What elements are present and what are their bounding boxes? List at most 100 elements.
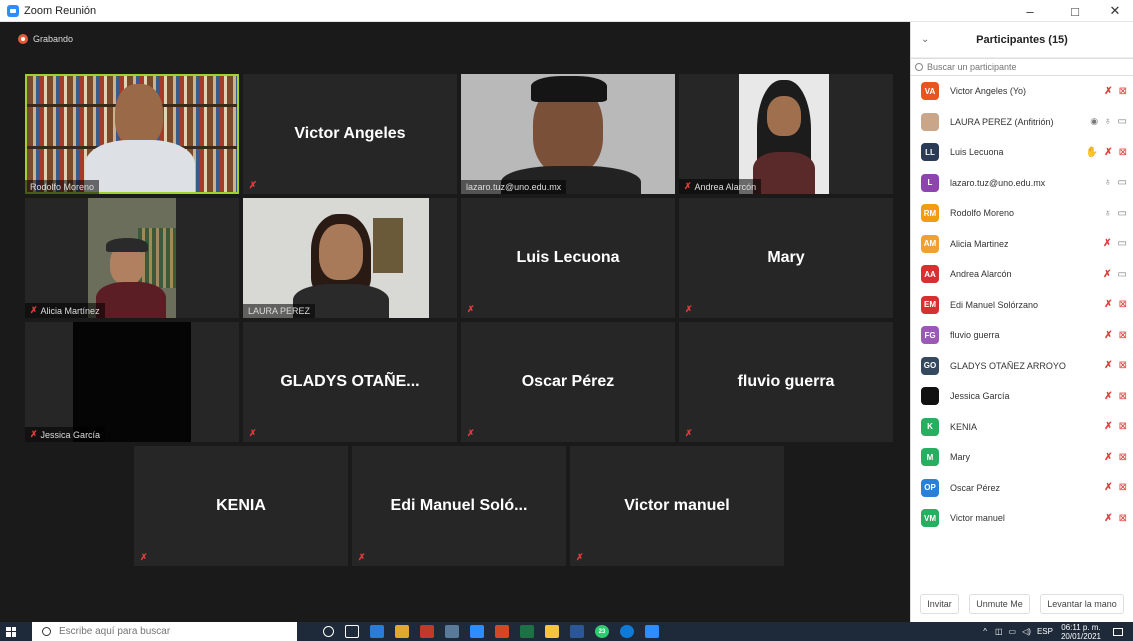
whatsapp-icon[interactable]: 23 (595, 625, 609, 638)
zoom-taskbar-icon[interactable] (645, 625, 659, 638)
video-icon[interactable]: ▭ (1118, 238, 1127, 249)
video-off-icon[interactable]: ⊠ (1119, 147, 1127, 158)
volume-icon[interactable]: ◁) (1022, 627, 1031, 636)
video-icon[interactable]: ▭ (1118, 208, 1127, 219)
edge-icon[interactable] (620, 625, 634, 638)
video-off-icon[interactable]: ⊠ (1119, 421, 1127, 432)
unmute-me-button[interactable]: Unmute Me (969, 594, 1030, 614)
video-tile-edi-manuel[interactable]: Edi Manuel Soló... ✗ (352, 446, 566, 566)
office-icon[interactable] (495, 625, 509, 638)
video-tile-oscar-perez[interactable]: Oscar Pérez ✗ (461, 322, 675, 442)
video-gallery: Grabando Rodolfo Moreno Victor Angeles ✗… (0, 22, 910, 622)
cortana-icon[interactable] (323, 626, 334, 637)
taskbar-search[interactable] (32, 622, 297, 641)
mic-muted-icon[interactable]: ✗ (1104, 299, 1112, 310)
participant-search-input[interactable] (927, 62, 1117, 72)
task-view-icon[interactable] (345, 625, 359, 638)
participant-item[interactable]: LL Luis Lecuona ✋ ✗ ⊠ (911, 137, 1133, 168)
excel-icon[interactable] (520, 625, 534, 638)
participant-item[interactable]: Llazaro.tuz@uno.edu.mx ♁ ▭ (911, 168, 1133, 199)
mic-muted-icon[interactable]: ✗ (1104, 360, 1112, 371)
video-off-icon[interactable]: ⊠ (1119, 299, 1127, 310)
recording-indicator[interactable]: Grabando (18, 34, 73, 44)
chevron-up-icon[interactable]: ^ (983, 627, 987, 636)
mic-icon[interactable]: ♁ (1104, 177, 1112, 188)
video-off-icon[interactable]: ⊠ (1119, 482, 1127, 493)
video-tile-lazaro[interactable]: lazaro.tuz@uno.edu.mx (461, 74, 675, 194)
participant-item[interactable]: AA Andrea Alarcón ✗ ▭ (911, 259, 1133, 290)
file-explorer-icon[interactable] (395, 625, 409, 638)
video-tile-mary[interactable]: Mary ✗ (679, 198, 893, 318)
video-off-icon[interactable]: ⊠ (1119, 360, 1127, 371)
video-tile-rodolfo-moreno[interactable]: Rodolfo Moreno (25, 74, 239, 194)
participant-item[interactable]: GO GLADYS OTAÑEZ ARROYO ✗ ⊠ (911, 351, 1133, 382)
participant-item[interactable]: FG fluvio guerra ✗ ⊠ (911, 320, 1133, 351)
minimize-button[interactable]: – (1015, 0, 1045, 22)
video-off-icon[interactable]: ⊠ (1119, 513, 1127, 524)
mic-muted-icon[interactable]: ✗ (1104, 513, 1112, 524)
start-button[interactable] (0, 622, 22, 641)
mic-muted-icon[interactable]: ✗ (1104, 452, 1112, 463)
video-tile-laura-perez[interactable]: LAURA PEREZ (243, 198, 457, 318)
video-icon[interactable]: ▭ (1118, 177, 1127, 188)
participant-name: Mary (767, 249, 805, 266)
mic-muted-icon[interactable]: ✗ (1104, 86, 1112, 97)
network-icon[interactable]: ◫ (995, 627, 1003, 636)
maximize-button[interactable]: □ (1060, 0, 1090, 22)
video-off-icon[interactable]: ⊠ (1119, 452, 1127, 463)
video-tile-victor-angeles[interactable]: Victor Angeles ✗̸ (243, 74, 457, 194)
video-tile-alicia-martinez[interactable]: ✗ Alicia Martínez (25, 198, 239, 318)
clock[interactable]: 06:11 p. m. 20/01/2021 (1061, 623, 1101, 641)
recording-icon[interactable]: ◉ (1090, 116, 1098, 127)
video-tile-luis-lecuona[interactable]: Luis Lecuona ✗ (461, 198, 675, 318)
invite-button[interactable]: Invitar (920, 594, 959, 614)
participant-item[interactable]: VM Victor manuel ✗ ⊠ (911, 503, 1133, 534)
mail-icon[interactable] (370, 625, 384, 638)
video-icon[interactable]: ▭ (1118, 116, 1127, 127)
participant-item[interactable]: M Mary ✗ ⊠ (911, 442, 1133, 473)
participant-item[interactable]: LAURA PEREZ (Anfitrión) ◉ ♁ ▭ (911, 107, 1133, 138)
store-icon[interactable] (545, 625, 559, 638)
mic-muted-icon[interactable]: ✗ (1104, 330, 1112, 341)
taskbar-search-input[interactable] (59, 626, 259, 637)
participant-item[interactable]: AM Alicia Martinez ✗ ▭ (911, 229, 1133, 260)
participant-item[interactable]: VA Victor Angeles (Yo) ✗ ⊠ (911, 76, 1133, 107)
mic-muted-icon[interactable]: ✗ (1103, 238, 1111, 249)
video-tile-fluvio-guerra[interactable]: fluvio guerra ✗ (679, 322, 893, 442)
participant-item[interactable]: K KENIA ✗ ⊠ (911, 412, 1133, 443)
participant-item[interactable]: EM Edi Manuel Solórzano ✗ ⊠ (911, 290, 1133, 321)
notification-center-icon[interactable] (1113, 627, 1123, 636)
raise-hand-button[interactable]: Levantar la mano (1040, 594, 1124, 614)
participant-item[interactable]: OP Oscar Pérez ✗ ⊠ (911, 473, 1133, 504)
raised-hand-icon[interactable]: ✋ (1086, 147, 1098, 158)
photos-icon[interactable] (445, 625, 459, 638)
chevron-down-icon[interactable]: ⌄ (921, 34, 929, 45)
video-tile-kenia[interactable]: KENIA ✗ (134, 446, 348, 566)
video-tile-andrea-alarcon[interactable]: ✗ Andrea Alarcón (679, 74, 893, 194)
avatar: LL (921, 143, 939, 162)
video-tile-jessica-garcia[interactable]: ✗ Jessica García (25, 322, 239, 442)
word-icon[interactable] (570, 625, 584, 638)
mic-muted-icon[interactable]: ✗ (1104, 391, 1112, 402)
mic-icon[interactable]: ♁ (1104, 116, 1112, 127)
video-tile-gladys-otanez[interactable]: GLADYS OTAÑE... ✗ (243, 322, 457, 442)
mic-muted-icon: ✗ (30, 305, 38, 315)
gift-app-icon[interactable] (420, 625, 434, 638)
participant-item[interactable]: RM Rodolfo Moreno ♁ ▭ (911, 198, 1133, 229)
video-off-icon[interactable]: ⊠ (1119, 330, 1127, 341)
participant-item[interactable]: Jessica García ✗ ⊠ (911, 381, 1133, 412)
mic-muted-icon[interactable]: ✗ (1103, 269, 1111, 280)
mic-muted-icon[interactable]: ✗ (1104, 482, 1112, 493)
video-tile-victor-manuel[interactable]: Victor manuel ✗ (570, 446, 784, 566)
mic-icon[interactable]: ♁ (1104, 208, 1112, 219)
battery-icon[interactable]: ▭ (1009, 627, 1017, 636)
video-off-icon[interactable]: ⊠ (1119, 86, 1127, 97)
mic-muted-icon[interactable]: ✗ (1104, 147, 1112, 158)
mic-muted-icon[interactable]: ✗ (1104, 421, 1112, 432)
participant-search[interactable] (911, 58, 1133, 76)
input-language[interactable]: ESP (1037, 627, 1053, 636)
calendar-icon[interactable] (470, 625, 484, 638)
video-off-icon[interactable]: ⊠ (1119, 391, 1127, 402)
close-button[interactable]: ✕ (1100, 0, 1130, 22)
video-icon[interactable]: ▭ (1118, 269, 1127, 280)
